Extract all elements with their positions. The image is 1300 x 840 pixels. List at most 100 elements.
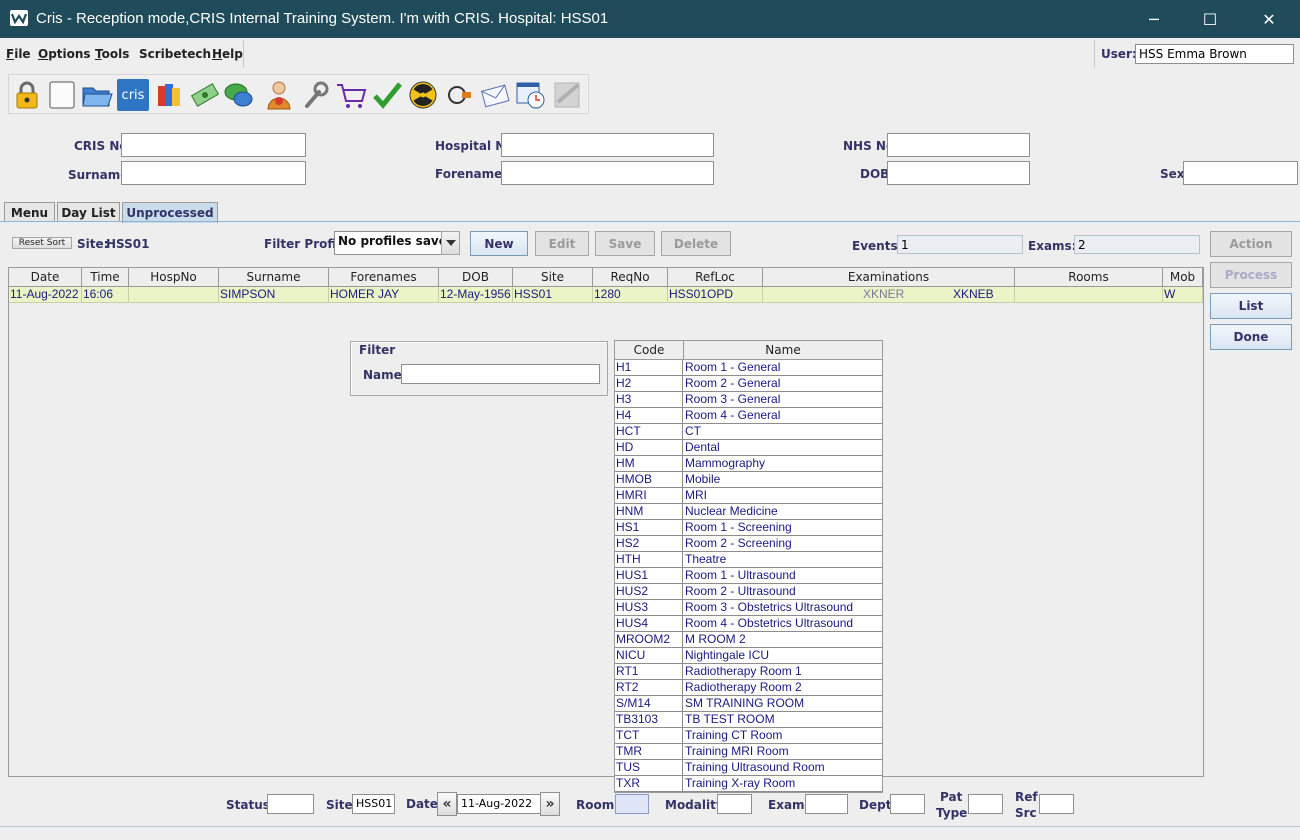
room-name[interactable]: Nightingale ICU [684,648,882,664]
wrench-icon[interactable] [299,79,331,111]
exam-code[interactable]: XKNER [863,287,904,302]
room-row[interactable]: HCT CT [615,424,882,440]
room-code[interactable]: HUS4 [615,616,683,632]
room-row[interactable]: H1 Room 1 - General [615,360,882,376]
column-header[interactable]: HospNo [129,268,219,287]
done-button[interactable]: Done [1210,324,1292,350]
room-row[interactable]: H4 Room 4 - General [615,408,882,424]
room-name[interactable]: Mobile [684,472,882,488]
maximize-button[interactable]: ☐ [1187,0,1233,38]
menu-file[interactable]: File [6,47,31,61]
person-info-icon[interactable] [263,79,295,111]
cris-icon[interactable]: cris [117,79,149,111]
room-code[interactable]: HS2 [615,536,683,552]
room-row[interactable]: TMR Training MRI Room [615,744,882,760]
envelope-icon[interactable] [479,79,511,111]
column-header[interactable]: Time [82,268,129,287]
room-row[interactable]: HM Mammography [615,456,882,472]
room-row[interactable]: HNM Nuclear Medicine [615,504,882,520]
menu-help[interactable]: Help [212,47,243,61]
column-header[interactable]: DOB [439,268,513,287]
filter-profile-dropdown[interactable] [441,231,460,255]
room-name[interactable]: Radiotherapy Room 1 [684,664,882,680]
column-header[interactable]: Code [615,341,684,360]
row-rooms[interactable] [1015,287,1163,303]
room-name[interactable]: Mammography [684,456,882,472]
room-code[interactable]: HUS3 [615,600,683,616]
room-code[interactable]: NICU [615,648,683,664]
menu-tools[interactable]: Tools [95,47,129,61]
new-button[interactable]: New [470,231,528,256]
cris-no-field[interactable] [121,133,306,157]
room-code[interactable]: HUS1 [615,568,683,584]
room-row[interactable]: RT1 Radiotherapy Room 1 [615,664,882,680]
hospital-no-field[interactable] [501,133,714,157]
dob-field[interactable] [887,161,1030,185]
room-name[interactable]: Theatre [684,552,882,568]
room-row[interactable]: H3 Room 3 - General [615,392,882,408]
room-name[interactable]: Room 3 - General [684,392,882,408]
room-row[interactable]: H2 Room 2 - General [615,376,882,392]
row-dob[interactable]: 12-May-1956 [439,287,513,303]
room-name[interactable]: TB TEST ROOM [684,712,882,728]
room-code[interactable]: HMOB [615,472,683,488]
room-name[interactable]: CT [684,424,882,440]
date-field[interactable]: 11-Aug-2022 [457,794,541,814]
room-row[interactable]: RT2 Radiotherapy Room 2 [615,680,882,696]
room-row[interactable]: TUS Training Ultrasound Room [615,760,882,776]
room-field[interactable] [615,794,649,814]
column-header[interactable]: Rooms [1015,268,1163,287]
menu-options[interactable]: Options [38,47,91,61]
row-reqno[interactable]: 1280 [593,287,668,303]
room-code[interactable]: HMRI [615,488,683,504]
row-site[interactable]: HSS01 [513,287,593,303]
room-row[interactable]: HUS1 Room 1 - Ultrasound [615,568,882,584]
room-name[interactable]: Room 4 - Obstetrics Ultrasound [684,616,882,632]
column-header[interactable]: Surname [219,268,329,287]
lock-icon[interactable] [11,79,43,111]
column-header[interactable]: RefLoc [668,268,763,287]
process-button[interactable]: Process [1210,262,1292,288]
row-hospno[interactable] [129,287,219,303]
room-name[interactable]: Training X-ray Room [684,776,882,792]
room-name[interactable]: Training MRI Room [684,744,882,760]
room-code[interactable]: TUS [615,760,683,776]
filter-profile-select[interactable]: No profiles saved [334,231,442,255]
tab-unprocessed[interactable]: Unprocessed [122,202,218,223]
room-code[interactable]: TB3103 [615,712,683,728]
room-row[interactable]: MROOM2 M ROOM 2 [615,632,882,648]
exam-field[interactable] [805,794,848,814]
list-button[interactable]: List [1210,293,1292,319]
row-examinations[interactable]: XKNER XKNEB [763,287,1015,303]
room-name[interactable]: Room 2 - General [684,376,882,392]
room-row[interactable]: HS2 Room 2 - Screening [615,536,882,552]
row-time[interactable]: 16:06 [82,287,129,303]
nhs-no-field[interactable] [887,133,1030,157]
checkmark-icon[interactable] [371,79,403,111]
room-row[interactable]: HUS2 Room 2 - Ultrasound [615,584,882,600]
room-row[interactable]: HMRI MRI [615,488,882,504]
reset-sort-button[interactable]: Reset Sort [12,237,72,249]
room-code[interactable]: MROOM2 [615,632,683,648]
room-name[interactable]: Radiotherapy Room 2 [684,680,882,696]
dept-field[interactable] [890,794,925,814]
tab-day-list[interactable]: Day List [57,202,120,222]
room-name[interactable]: SM TRAINING ROOM [684,696,882,712]
previous-date-button[interactable]: « [437,792,457,816]
radiation-icon[interactable] [407,79,439,111]
room-code[interactable]: HD [615,440,683,456]
forenames-field[interactable] [501,161,714,185]
room-name[interactable]: Room 4 - General [684,408,882,424]
next-date-button[interactable]: » [540,792,560,816]
room-row[interactable]: TCT Training CT Room [615,728,882,744]
room-row[interactable]: TXR Training X-ray Room [615,776,882,792]
room-row[interactable]: HS1 Room 1 - Screening [615,520,882,536]
column-header[interactable]: ReqNo [593,268,668,287]
room-code[interactable]: HUS2 [615,584,683,600]
status-field[interactable] [267,794,314,814]
column-header[interactable]: Forenames [329,268,439,287]
room-row[interactable]: HMOB Mobile [615,472,882,488]
room-code[interactable]: H2 [615,376,683,392]
room-code[interactable]: HM [615,456,683,472]
sex-field[interactable] [1183,161,1298,185]
